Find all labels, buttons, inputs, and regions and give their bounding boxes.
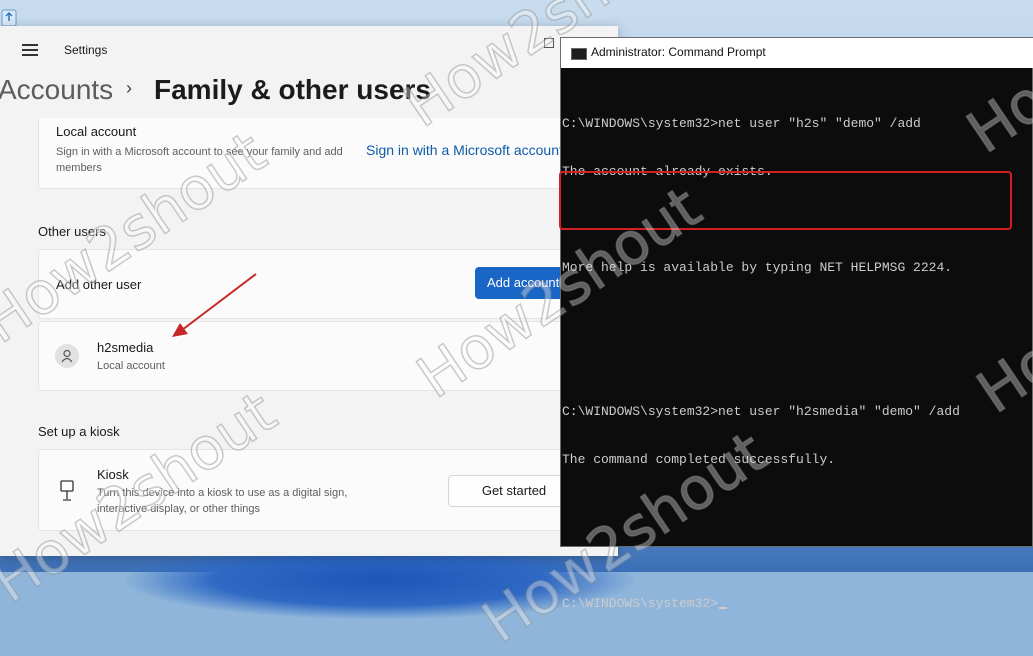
menu-icon[interactable] xyxy=(22,44,38,56)
add-other-user-label: Add other user xyxy=(56,277,142,292)
local-account-title: Local account xyxy=(56,124,137,139)
recycle-bin-icon[interactable] xyxy=(0,6,20,28)
terminal-output[interactable]: C:\WINDOWS\system32>net user "h2s" "demo… xyxy=(562,84,960,644)
cmd-titlebar: Administrator: Command Prompt xyxy=(561,38,1033,68)
settings-window: Settings Accounts › Family & other users… xyxy=(0,26,618,556)
kiosk-icon xyxy=(60,480,74,501)
breadcrumb-accounts[interactable]: Accounts xyxy=(0,74,113,106)
page-title: Family & other users xyxy=(154,74,431,105)
terminal-line: More help is available by typing NET HEL… xyxy=(562,260,953,275)
add-other-user-card: Add other user Add account xyxy=(38,249,618,319)
kiosk-title: Kiosk xyxy=(97,467,129,482)
user-account-type: Local account xyxy=(97,360,165,372)
maximize-icon[interactable] xyxy=(544,38,554,48)
terminal-prompt: C:\WINDOWS\system32> xyxy=(562,596,719,611)
user-row-h2smedia[interactable]: h2smedia Local account xyxy=(38,321,618,391)
terminal-cursor xyxy=(719,607,728,609)
terminal-line: C:\WINDOWS\system32>net user "h2smedia" … xyxy=(562,404,960,419)
user-name: h2smedia xyxy=(97,340,154,355)
cmd-icon xyxy=(571,48,587,60)
other-users-heading: Other users xyxy=(38,224,106,239)
terminal-line: The command completed successfully. xyxy=(562,452,836,467)
breadcrumb-chevron-icon: › xyxy=(126,78,132,98)
user-avatar-icon xyxy=(55,344,79,368)
cmd-window-title: Administrator: Command Prompt xyxy=(591,45,766,59)
settings-titlebar: Settings xyxy=(0,26,618,74)
terminal-prompt-line: C:\WINDOWS\system32> xyxy=(562,596,960,612)
app-title: Settings xyxy=(64,43,108,57)
highlight-box xyxy=(559,171,1012,230)
command-prompt-window: Administrator: Command Prompt C:\WINDOWS… xyxy=(559,37,1033,611)
kiosk-card: Kiosk Turn this device into a kiosk to u… xyxy=(38,449,618,531)
microsoft-signin-link[interactable]: Sign in with a Microsoft account xyxy=(366,142,563,158)
kiosk-heading: Set up a kiosk xyxy=(38,424,120,439)
terminal-line: C:\WINDOWS\system32>net user "h2s" "demo… xyxy=(562,116,921,131)
kiosk-description: Turn this device into a kiosk to use as … xyxy=(97,487,348,515)
local-account-description: Sign in with a Microsoft account to see … xyxy=(56,146,343,174)
local-account-card: Local account Sign in with a Microsoft a… xyxy=(38,118,618,189)
